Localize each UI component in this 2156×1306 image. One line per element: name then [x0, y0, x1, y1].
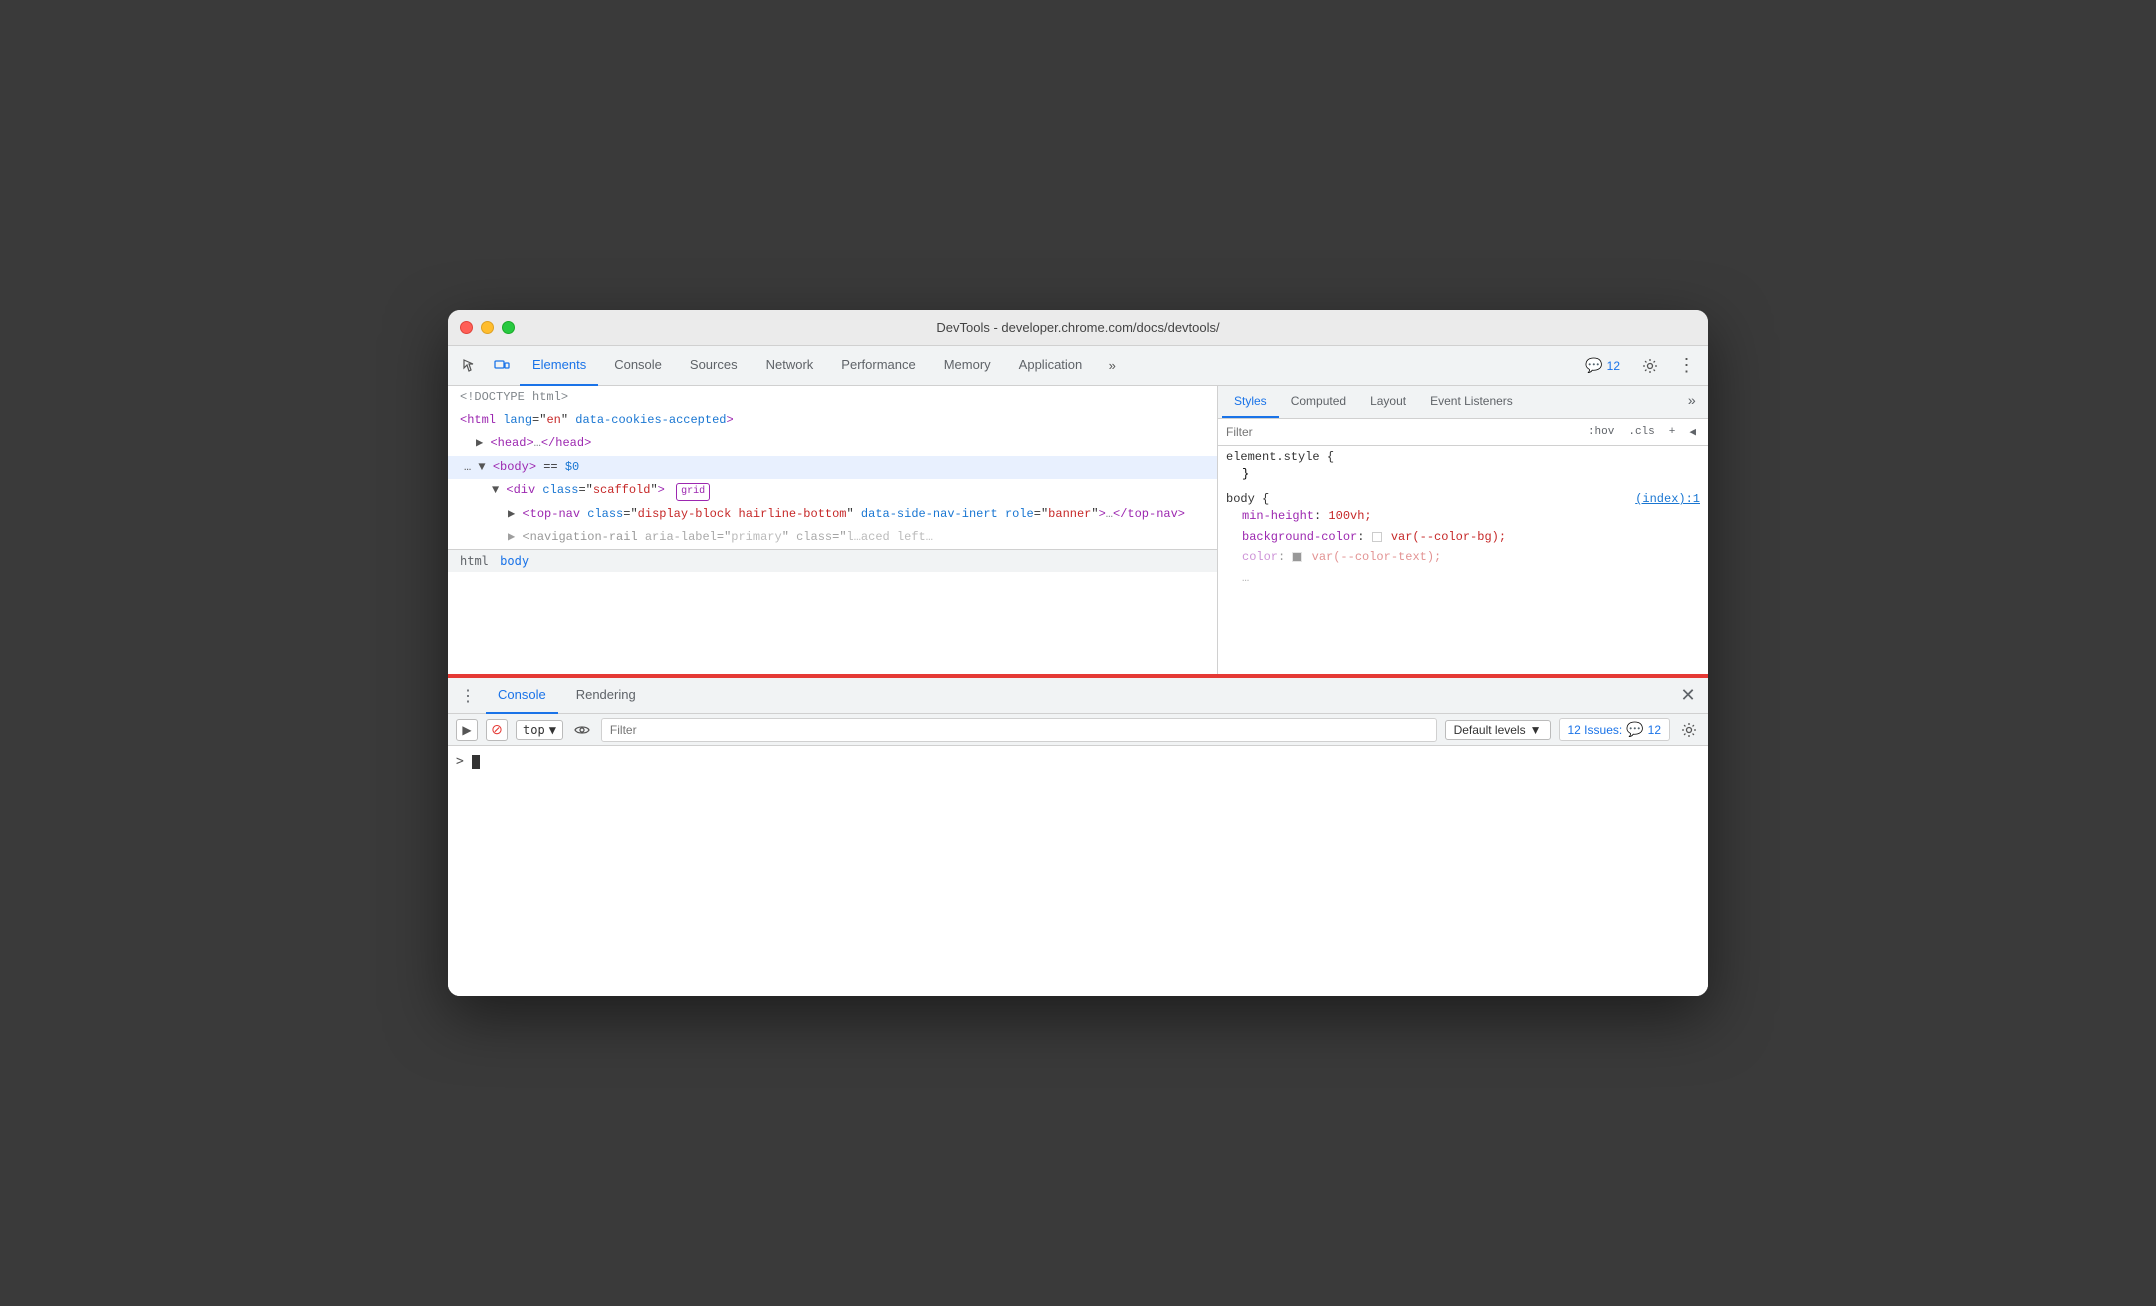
- add-style-btn[interactable]: +: [1665, 424, 1680, 440]
- styles-tabs: Styles Computed Layout Event Listeners »: [1218, 386, 1708, 419]
- maximize-button[interactable]: [502, 321, 515, 334]
- styles-more-tabs[interactable]: »: [1680, 390, 1704, 414]
- html-doctype: <!DOCTYPE html>: [448, 386, 1217, 409]
- tab-console-active[interactable]: Console: [486, 678, 558, 714]
- default-levels-button[interactable]: Default levels ▼: [1445, 720, 1551, 740]
- text-color-swatch[interactable]: [1292, 552, 1302, 562]
- tab-application[interactable]: Application: [1007, 346, 1095, 386]
- issues-badge[interactable]: 💬 12: [1577, 354, 1628, 377]
- tab-sources[interactable]: Sources: [678, 346, 750, 386]
- default-levels-arrow-icon: ▼: [1530, 723, 1542, 737]
- html-topnav[interactable]: ▶ <top-nav class="display-block hairline…: [448, 503, 1217, 526]
- html-root[interactable]: <html lang="en" data-cookies-accepted>: [448, 409, 1217, 432]
- style-rule-body: body { (index):1 min-height: 100vh; back…: [1226, 492, 1700, 588]
- tab-network[interactable]: Network: [754, 346, 826, 386]
- style-source-index[interactable]: (index):1: [1635, 492, 1700, 506]
- html-navrail[interactable]: ▶ <navigation-rail aria-label="primary" …: [448, 526, 1217, 549]
- toolbar-right: 💬 12 ⋮: [1577, 352, 1700, 380]
- close-button[interactable]: [460, 321, 473, 334]
- tab-elements[interactable]: Elements: [520, 346, 598, 386]
- bg-color-swatch[interactable]: [1372, 532, 1382, 542]
- html-scaffold[interactable]: ▼ <div class="scaffold"> grid: [448, 479, 1217, 503]
- toggle-sidebar-icon[interactable]: ◀: [1685, 423, 1700, 441]
- breadcrumb-bar: html body: [448, 549, 1217, 572]
- hov-filter-btn[interactable]: :hov: [1584, 424, 1618, 440]
- tab-console[interactable]: Console: [602, 346, 674, 386]
- tab-performance[interactable]: Performance: [829, 346, 927, 386]
- style-bg-color: background-color: var(--color-bg);: [1226, 527, 1700, 547]
- console-toolbar: ⋮ Console Rendering ✕: [448, 678, 1708, 714]
- filter-actions: :hov .cls + ◀: [1584, 423, 1700, 441]
- default-levels-label: Default levels: [1454, 723, 1526, 737]
- console-input-bar: ▶ ⊘ top ▼ Default levels ▼ 12 Issues: 💬: [448, 714, 1708, 746]
- devtools-window: DevTools - developer.chrome.com/docs/dev…: [448, 310, 1708, 996]
- element-style-close: }: [1226, 464, 1700, 484]
- more-tabs-icon[interactable]: »: [1098, 352, 1126, 380]
- device-toolbar-icon[interactable]: [488, 352, 516, 380]
- issues-count: 12: [1607, 359, 1620, 373]
- tab-styles[interactable]: Styles: [1222, 386, 1279, 418]
- tab-layout[interactable]: Layout: [1358, 386, 1418, 418]
- console-close-icon[interactable]: ✕: [1676, 684, 1700, 708]
- window-title: DevTools - developer.chrome.com/docs/dev…: [936, 320, 1219, 335]
- more-options-icon[interactable]: ⋮: [1672, 352, 1700, 380]
- tab-rendering[interactable]: Rendering: [564, 678, 648, 714]
- prompt-cursor[interactable]: [472, 755, 480, 769]
- issues-btn-count: 12: [1648, 723, 1661, 737]
- style-color: color: var(--color-text);: [1226, 547, 1700, 567]
- tab-event-listeners[interactable]: Event Listeners: [1418, 386, 1525, 418]
- style-rule-body-close: …: [1226, 568, 1700, 588]
- console-panel: ⋮ Console Rendering ✕ ▶ ⊘ top ▼ Default …: [448, 676, 1708, 996]
- minimize-button[interactable]: [481, 321, 494, 334]
- devtools-main: <!DOCTYPE html> <html lang="en" data-coo…: [448, 386, 1708, 676]
- context-selector[interactable]: top ▼: [516, 720, 563, 740]
- styles-content: element.style { } body { (index):1 min-h…: [1218, 446, 1708, 674]
- title-bar: DevTools - developer.chrome.com/docs/dev…: [448, 310, 1708, 346]
- console-filter-input[interactable]: [601, 718, 1437, 742]
- issues-btn-icon: 💬: [1626, 721, 1643, 738]
- tab-memory[interactable]: Memory: [932, 346, 1003, 386]
- console-content: >: [448, 746, 1708, 996]
- console-prompt-line: >: [456, 750, 1700, 773]
- issues-count-label: 12 Issues:: [1568, 723, 1623, 737]
- breadcrumb-body[interactable]: body: [500, 554, 529, 568]
- prompt-arrow-icon: >: [456, 754, 464, 769]
- devtools-toolbar: Elements Console Sources Network Perform…: [448, 346, 1708, 386]
- styles-filter-bar: :hov .cls + ◀: [1218, 419, 1708, 446]
- console-settings-icon[interactable]: [1678, 719, 1700, 741]
- style-min-height: min-height: 100vh;: [1226, 506, 1700, 526]
- settings-icon[interactable]: [1636, 352, 1664, 380]
- style-rule-element: element.style { }: [1226, 450, 1700, 484]
- html-head[interactable]: ▶ <head>…</head>: [448, 432, 1217, 455]
- execute-icon[interactable]: ▶: [456, 719, 478, 741]
- select-element-icon[interactable]: [456, 352, 484, 380]
- traffic-lights: [460, 321, 515, 334]
- breadcrumb-html[interactable]: html: [460, 554, 489, 568]
- body-selector-line: body { (index):1: [1226, 492, 1700, 506]
- top-label: top: [523, 723, 545, 737]
- issues-count-button[interactable]: 12 Issues: 💬 12: [1559, 718, 1671, 741]
- cls-filter-btn[interactable]: .cls: [1624, 424, 1658, 440]
- elements-panel: <!DOCTYPE html> <html lang="en" data-coo…: [448, 386, 1218, 674]
- eye-icon[interactable]: [571, 719, 593, 741]
- styles-filter-input[interactable]: [1226, 425, 1576, 439]
- block-icon[interactable]: ⊘: [486, 719, 508, 741]
- issues-icon: 💬: [1585, 357, 1602, 374]
- tab-computed[interactable]: Computed: [1279, 386, 1358, 418]
- dropdown-arrow-icon: ▼: [549, 723, 556, 737]
- html-body[interactable]: … ▼ <body> == $0: [448, 456, 1217, 479]
- console-menu-icon[interactable]: ⋮: [456, 684, 480, 708]
- styles-panel: Styles Computed Layout Event Listeners »…: [1218, 386, 1708, 674]
- element-style-selector: element.style {: [1226, 450, 1700, 464]
